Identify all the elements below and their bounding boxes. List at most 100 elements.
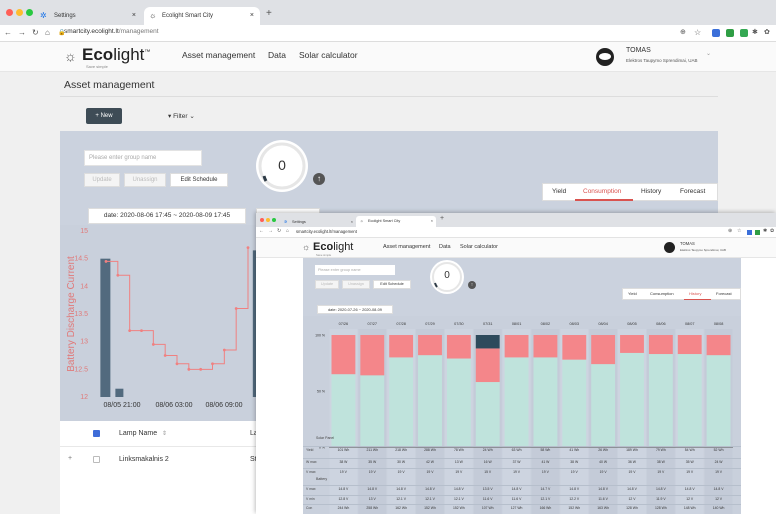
chevron-down-icon[interactable]: ⌄ bbox=[706, 50, 711, 57]
maximize-window-icon[interactable] bbox=[272, 218, 276, 222]
new-tab-button[interactable]: + bbox=[266, 8, 272, 19]
expand-row-button[interactable]: + bbox=[68, 455, 72, 462]
tab-history[interactable]: History bbox=[689, 291, 701, 296]
minimize-window-icon[interactable] bbox=[16, 9, 23, 16]
x-tick-label: 08/06 09:00 bbox=[206, 402, 243, 409]
y-tick-label: 13 bbox=[80, 339, 88, 346]
logo-tagline: Save simple bbox=[316, 253, 332, 257]
close-tab-icon[interactable]: × bbox=[250, 7, 254, 25]
arrow-up-circle-icon[interactable]: ↑ bbox=[468, 281, 476, 289]
sort-icon[interactable]: ⇕ bbox=[162, 430, 167, 437]
update-button[interactable]: Update bbox=[84, 173, 120, 187]
nav-solar-calculator[interactable]: Solar calculator bbox=[299, 50, 358, 60]
extension-icon[interactable] bbox=[747, 230, 752, 235]
edit-schedule-button[interactable]: Edit Schedule bbox=[373, 280, 411, 289]
filter-button[interactable]: ▾ Filter ⌄ bbox=[168, 112, 195, 120]
stats-cell: 14.8 V bbox=[598, 487, 609, 491]
extension-icon[interactable] bbox=[726, 29, 734, 37]
app-header: ☼ Ecolight™ Save simple Asset management… bbox=[0, 42, 776, 72]
close-window-icon[interactable] bbox=[6, 9, 13, 16]
column-header-lamp-name[interactable]: Lamp Name bbox=[119, 430, 157, 437]
tab-history[interactable]: History bbox=[641, 188, 661, 195]
dimming-gauge[interactable]: 0 bbox=[256, 140, 308, 192]
avatar[interactable] bbox=[596, 48, 614, 66]
select-all-checkbox[interactable] bbox=[93, 430, 100, 437]
browser-tab-settings[interactable]: ✲ Settings × bbox=[36, 7, 142, 25]
stats-cell: 36 W bbox=[628, 460, 636, 464]
forward-arrow-icon[interactable]: → bbox=[18, 28, 26, 37]
extension-icon[interactable] bbox=[740, 29, 748, 37]
new-tab-button[interactable]: + bbox=[440, 215, 444, 222]
edit-schedule-button[interactable]: Edit Schedule bbox=[170, 173, 228, 187]
stats-row-label: V max bbox=[306, 487, 316, 491]
date-range-field[interactable]: date: 2020-07-26 ~ 2020-08-09 bbox=[317, 305, 393, 314]
gear-icon: ✲ bbox=[284, 220, 288, 224]
new-button[interactable]: + New bbox=[86, 108, 122, 124]
zoom-icon[interactable]: ⊕ bbox=[728, 228, 732, 234]
browser-tab-settings[interactable]: ✲ Settings × bbox=[280, 217, 355, 227]
close-window-icon[interactable] bbox=[260, 218, 264, 222]
stats-cell: 140 Wh bbox=[712, 506, 725, 510]
filter-icon: ▾ bbox=[168, 113, 172, 120]
close-tab-icon[interactable]: × bbox=[431, 216, 433, 227]
unassign-button[interactable]: Unassign bbox=[124, 173, 166, 187]
forward-arrow-icon[interactable]: → bbox=[268, 228, 273, 234]
tab-yield[interactable]: Yield bbox=[552, 188, 566, 195]
tab-yield[interactable]: Yield bbox=[628, 291, 637, 296]
stats-cell: 13 W bbox=[454, 460, 463, 464]
ecolight-logo[interactable]: Ecolight bbox=[313, 241, 353, 253]
puzzle-icon[interactable]: ✱ bbox=[752, 28, 758, 36]
url-field[interactable]: smartcity.ecolight.lt/management bbox=[64, 28, 159, 35]
nav-data[interactable]: Data bbox=[268, 50, 286, 60]
ecolight-logo[interactable]: Ecolight™ bbox=[82, 45, 150, 65]
reload-icon[interactable]: ↻ bbox=[277, 228, 281, 234]
date-range-field[interactable]: date: 2020-08-06 17:45 ~ 2020-08-09 17:4… bbox=[88, 208, 246, 224]
back-arrow-icon[interactable]: ← bbox=[259, 228, 264, 234]
stats-cell: 152 Wh bbox=[568, 506, 581, 510]
ecolight-favicon-icon: ☼ bbox=[149, 11, 157, 20]
arrow-up-circle-icon[interactable]: ↑ bbox=[313, 173, 325, 185]
close-tab-icon[interactable]: × bbox=[351, 217, 353, 227]
tab-forecast[interactable]: Forecast bbox=[680, 188, 705, 195]
stats-cell: 19 V bbox=[686, 470, 694, 474]
stats-cell: 218 Wh bbox=[395, 448, 407, 452]
maximize-window-icon[interactable] bbox=[26, 9, 33, 16]
avatar[interactable] bbox=[664, 242, 675, 253]
tab-consumption[interactable]: Consumption bbox=[650, 291, 674, 296]
nav-asset-management[interactable]: Asset management bbox=[182, 50, 255, 60]
dimming-gauge[interactable]: 0 bbox=[430, 260, 464, 294]
group-name-input[interactable]: Please enter group name bbox=[84, 150, 202, 166]
row-checkbox[interactable] bbox=[93, 456, 100, 463]
stats-cell: 12.2 V bbox=[569, 497, 580, 501]
settings-icon[interactable]: ✿ bbox=[764, 28, 770, 36]
nav-solar-calculator[interactable]: Solar calculator bbox=[460, 244, 498, 250]
nav-asset-management[interactable]: Asset management bbox=[383, 244, 430, 250]
row-divider bbox=[303, 504, 741, 505]
stats-cell: 40 W bbox=[599, 460, 608, 464]
home-icon[interactable]: ⌂ bbox=[45, 28, 50, 37]
unassign-button[interactable]: Unassign bbox=[342, 280, 370, 289]
puzzle-icon[interactable]: ✱ bbox=[763, 228, 767, 234]
browser-tab-ecolight[interactable]: ☼ Ecolight Smart City × bbox=[144, 7, 260, 25]
minimize-window-icon[interactable] bbox=[266, 218, 270, 222]
extension-icon[interactable] bbox=[712, 29, 720, 37]
extension-icon[interactable] bbox=[755, 230, 760, 235]
back-arrow-icon[interactable]: ← bbox=[4, 28, 12, 37]
nav-data[interactable]: Data bbox=[439, 244, 451, 250]
tab-consumption[interactable]: Consumption bbox=[583, 188, 621, 195]
close-tab-icon[interactable]: × bbox=[132, 7, 136, 25]
stats-row-label: W max bbox=[306, 460, 317, 464]
group-name-input[interactable]: Please enter group name bbox=[315, 265, 395, 275]
tab-forecast[interactable]: Forecast bbox=[716, 291, 732, 296]
stats-cell: 12.1 V bbox=[540, 497, 551, 501]
url-field[interactable]: smartcity.ecolight.lt/management bbox=[296, 229, 357, 234]
zoom-icon[interactable]: ⊕ bbox=[680, 28, 686, 36]
star-icon[interactable]: ☆ bbox=[694, 28, 701, 37]
reload-icon[interactable]: ↻ bbox=[32, 28, 39, 37]
home-icon[interactable]: ⌂ bbox=[286, 228, 289, 234]
update-button[interactable]: Update bbox=[315, 280, 339, 289]
stats-cell: 128 Wh bbox=[655, 506, 667, 510]
browser-tab-ecolight[interactable]: ☼ Ecolight Smart City × bbox=[356, 216, 436, 227]
settings-icon[interactable]: ✿ bbox=[770, 228, 774, 234]
star-icon[interactable]: ☆ bbox=[737, 228, 741, 234]
